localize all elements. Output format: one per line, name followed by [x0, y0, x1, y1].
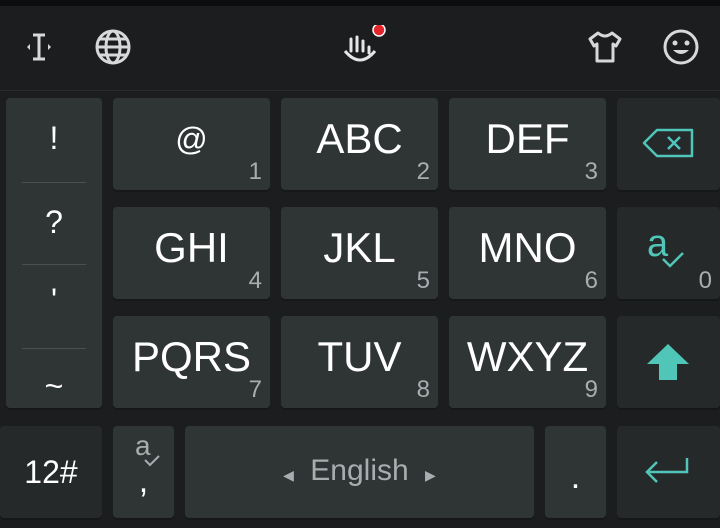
symbol-question[interactable]: ?: [6, 204, 102, 241]
toolbar-divider: [0, 90, 720, 91]
backspace-icon: [642, 128, 694, 158]
comma-key[interactable]: a ,: [113, 426, 174, 518]
key-number: 0: [698, 267, 712, 294]
period-label: .: [570, 458, 581, 496]
symbol-tilde[interactable]: ~: [6, 368, 102, 405]
key-label: @: [175, 121, 208, 157]
key-1[interactable]: @ 1: [113, 98, 270, 190]
key-4[interactable]: GHI 4: [113, 207, 270, 299]
key-label: TUV: [317, 333, 402, 380]
key-3[interactable]: DEF 3: [449, 98, 606, 190]
symbols-mode-key[interactable]: 12#: [0, 426, 102, 518]
key-label: PQRS: [131, 333, 252, 380]
touchpal-gesture-icon[interactable]: [338, 25, 388, 68]
key-number: 2: [416, 158, 430, 185]
period-key[interactable]: .: [545, 426, 606, 518]
key-7[interactable]: PQRS 7: [113, 316, 270, 408]
text-cursor-icon[interactable]: [18, 26, 60, 68]
enter-arrow-icon: [645, 458, 689, 483]
symbols-panel[interactable]: ! ? ' ~: [6, 98, 102, 408]
key-label: MNO: [478, 224, 577, 271]
key-label: ABC: [316, 115, 403, 162]
key-number: 7: [248, 376, 262, 403]
key-number: 5: [416, 267, 430, 294]
check-mark-icon: [662, 252, 684, 268]
language-right-arrow-icon: ▶: [425, 467, 436, 483]
key-number: 4: [248, 267, 262, 294]
key-label: JKL: [323, 224, 396, 271]
backspace-key[interactable]: [617, 98, 720, 190]
globe-icon[interactable]: [92, 26, 134, 68]
symbols-divider: [22, 264, 86, 265]
symbols-divider: [22, 348, 86, 349]
key-label: WXYZ: [466, 333, 589, 380]
comma-label: ,: [138, 462, 149, 500]
space-language-label: English: [310, 454, 409, 487]
symbols-divider: [22, 182, 86, 183]
key-8[interactable]: TUV 8: [281, 316, 438, 408]
keyboard-toolbar: [0, 6, 720, 90]
smiley-emoji-icon[interactable]: [660, 26, 702, 68]
key-number: 3: [584, 158, 598, 185]
space-key[interactable]: ◀ English ▶: [185, 426, 534, 518]
mode-label: 12#: [24, 454, 78, 490]
shift-arrow-icon: [647, 344, 689, 380]
key-label: GHI: [154, 224, 229, 271]
key-5[interactable]: JKL 5: [281, 207, 438, 299]
zero-spellcheck-key[interactable]: a 0: [617, 207, 720, 299]
tshirt-theme-icon[interactable]: [584, 26, 626, 68]
key-number: 8: [416, 376, 430, 403]
enter-key[interactable]: [617, 426, 720, 518]
key-number: 6: [584, 267, 598, 294]
language-left-arrow-icon: ◀: [283, 467, 294, 483]
key-9[interactable]: WXYZ 9: [449, 316, 606, 408]
key-6[interactable]: MNO 6: [449, 207, 606, 299]
key-number: 9: [584, 376, 598, 403]
symbol-apostrophe[interactable]: ': [6, 282, 102, 319]
symbol-exclamation[interactable]: !: [6, 120, 102, 157]
shift-key[interactable]: [617, 316, 720, 408]
key-label: DEF: [485, 115, 570, 162]
notification-dot: [372, 25, 386, 37]
key-number: 1: [248, 158, 262, 185]
key-2[interactable]: ABC 2: [281, 98, 438, 190]
